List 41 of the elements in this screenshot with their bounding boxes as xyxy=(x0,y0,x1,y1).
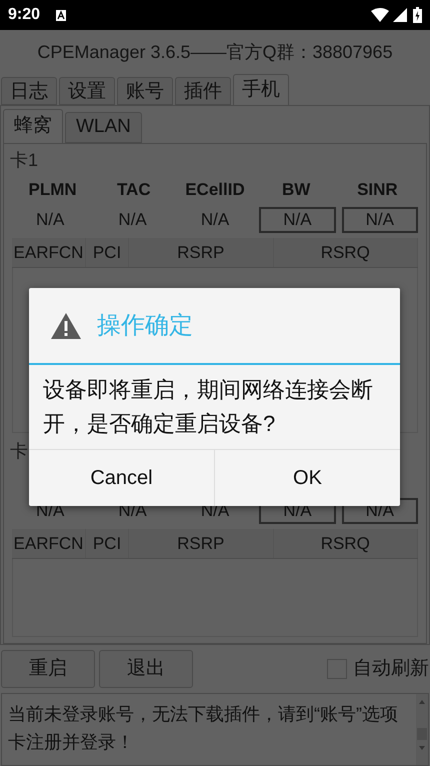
value-cell: N/A xyxy=(342,207,418,233)
signal-icon xyxy=(393,8,407,22)
tab[interactable]: 手机 xyxy=(233,74,289,105)
tab[interactable]: 蜂窝 xyxy=(3,109,63,143)
battery-charging-icon xyxy=(413,7,422,23)
checkbox-label: 自动刷新 xyxy=(353,656,429,681)
dialog-button[interactable]: Cancel xyxy=(29,450,215,506)
value-cell: N/A xyxy=(259,207,336,233)
column-header: TAC xyxy=(116,179,152,202)
tab[interactable]: WLAN xyxy=(65,112,142,143)
warning-icon xyxy=(51,312,81,338)
status-time: 9:20 xyxy=(8,5,40,25)
value-cell-text: N/A xyxy=(200,209,230,231)
column-header: PCI xyxy=(86,529,129,558)
log-text: 当前未登录账号，无法下载插件，请到“账号”选项卡注册并登录！ xyxy=(8,704,398,752)
column-header: PLMN xyxy=(28,179,78,202)
tab[interactable]: 插件 xyxy=(175,77,231,105)
column-header: EARFCN xyxy=(12,238,86,267)
tab[interactable]: 设置 xyxy=(59,77,115,105)
card-label: 卡 xyxy=(9,440,29,463)
card-label: 卡1 xyxy=(9,149,40,172)
tab[interactable]: 日志 xyxy=(1,77,57,105)
wifi-icon xyxy=(371,8,389,22)
column-header: RSRQ xyxy=(274,238,418,267)
column-header: ECellID xyxy=(184,179,246,202)
value-cell-text: N/A xyxy=(35,209,66,231)
column-header: BW xyxy=(281,179,312,202)
tab[interactable]: 账号 xyxy=(117,77,173,105)
action-button[interactable]: 重启 xyxy=(1,650,95,688)
keyboard-a-icon xyxy=(56,10,66,20)
column-header: RSRP xyxy=(129,238,274,267)
value-cell-text: N/A xyxy=(117,209,148,231)
app-title: CPEManager 3.6.5——官方Q群：38807965 xyxy=(37,41,393,64)
column-header: RSRQ xyxy=(274,529,418,558)
column-header: RSRP xyxy=(129,529,274,558)
column-header: EARFCN xyxy=(12,529,86,558)
column-header: PCI xyxy=(86,238,129,267)
column-header: SINR xyxy=(356,179,399,202)
action-button[interactable]: 退出 xyxy=(99,650,193,688)
dialog-message: 设备即将重启，期间网络连接会断开，是否确定重启设备? xyxy=(43,377,373,436)
dialog-title: 操作确定 xyxy=(97,310,193,340)
